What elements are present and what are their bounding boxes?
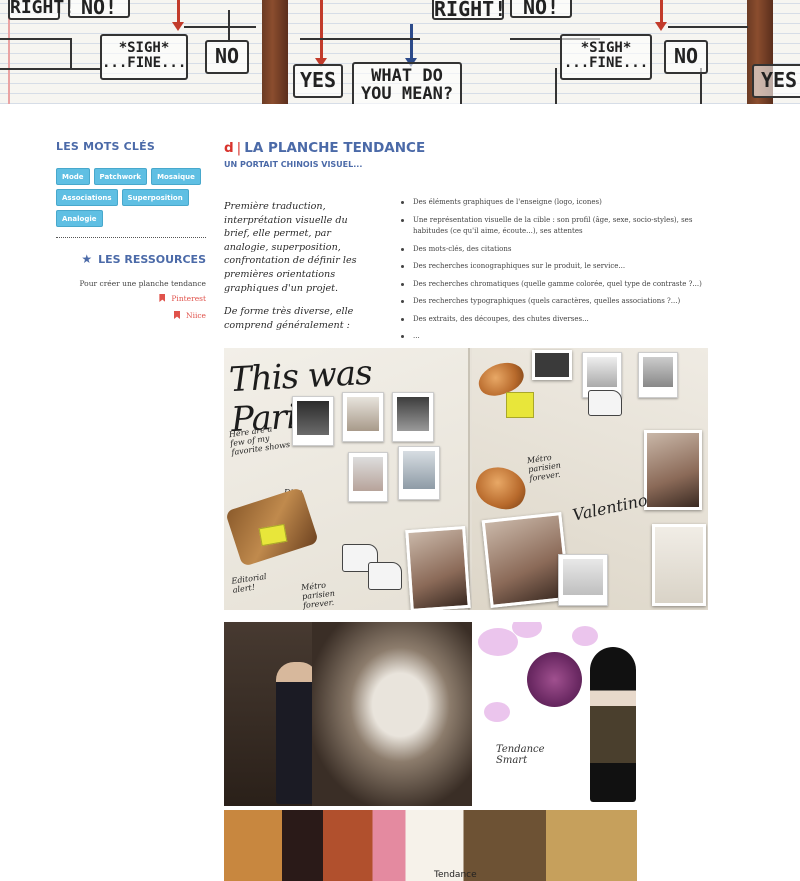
main-content: d | LA PLANCHE TENDANCE UN PORTAIT CHINOIS…	[224, 140, 708, 169]
page-title: d | LA PLANCHE TENDANCE	[224, 140, 708, 156]
plate-image	[527, 652, 582, 707]
tag-patchwork[interactable]: Patchwork	[93, 168, 148, 185]
banner-box: *SIGH* ...FINE...	[560, 34, 652, 80]
list-item: ...	[400, 331, 705, 343]
bookmark-icon	[159, 294, 166, 302]
model-figure	[590, 647, 636, 802]
page-subtitle: UN PORTAIT CHINOIS VISUEL...	[224, 160, 363, 169]
resources-text: Pour créer une planche tendance	[79, 279, 206, 288]
intro-paragraph: Première traduction, interprétation visu…	[224, 201, 357, 294]
feature-list: Des éléments graphiques de l'enseigne (l…	[400, 197, 705, 349]
moodboard-note: Métro parisien forever.	[300, 580, 336, 610]
list-item: Des recherches iconographiques sur le pr…	[400, 261, 705, 273]
moodboard-note: Métro parisien forever.	[526, 452, 562, 484]
intro-paragraph: De forme très diverse, elle comprend gén…	[224, 306, 354, 331]
link-pinterest-label[interactable]: Pinterest	[171, 294, 206, 303]
tag-superposition[interactable]: Superposition	[121, 189, 189, 206]
banner-box: RIGHT!	[432, 0, 506, 20]
intro-text: Première traduction, interprétation visu…	[224, 200, 372, 332]
keywords-heading: LES MOTS CLÉS	[56, 140, 155, 153]
star-icon: ★	[81, 252, 93, 266]
banner-box: WHAT DO YOU MEAN?	[352, 62, 462, 104]
sidebar: LES MOTS CLÉS Mode Patchwork Mosaique As…	[56, 140, 206, 320]
list-item: Des recherches typographiques (quels car…	[400, 296, 705, 308]
banner-box: *SIGH* ...FINE...	[100, 34, 188, 80]
banner-box: YES	[752, 64, 800, 98]
list-item: Des extraits, des découpes, des chutes d…	[400, 314, 705, 326]
banner-box: NO!	[510, 0, 572, 18]
banner-box: RIGHT!	[8, 0, 75, 20]
list-item: Des mots-clés, des citations	[400, 244, 705, 256]
list-item: Des éléments graphiques de l'enseigne (l…	[400, 197, 705, 209]
header-banner: RIGHT! NO! *SIGH* ...FINE... NO YES WHAT…	[0, 0, 800, 104]
bookmark-icon	[174, 311, 180, 319]
moodboard-image-ethnic: Tendance	[224, 810, 637, 881]
moodboard-image-paris: This was Paris! Here are a few of my fav…	[224, 348, 708, 610]
link-niice-label[interactable]: Niice	[186, 311, 206, 320]
resources-heading: ★ LES RESSOURCES	[56, 252, 206, 266]
banner-box: NO	[205, 40, 249, 74]
link-niice[interactable]: Niice	[56, 311, 206, 320]
moodboard-label: Tendance	[434, 870, 477, 880]
tag-mode[interactable]: Mode	[56, 168, 90, 185]
moodboard-image-smart: Tendance Smart	[224, 622, 637, 806]
banner-box: YES	[293, 64, 343, 98]
banner-box: NO!	[68, 0, 130, 18]
list-item: Des recherches chromatiques (quelle gamm…	[400, 279, 705, 291]
banner-wood-band	[262, 0, 288, 104]
list-item: Une représentation visuelle de la cible …	[400, 215, 705, 238]
moodboard-note: Valentino	[570, 490, 650, 525]
tag-analogie[interactable]: Analogie	[56, 210, 103, 227]
moodboard-label: Tendance Smart	[496, 744, 545, 766]
link-pinterest[interactable]: Pinterest	[56, 294, 206, 303]
banner-box: NO	[664, 40, 708, 74]
divider	[56, 237, 206, 238]
resources-heading-label: LES RESSOURCES	[98, 253, 206, 266]
section-letter: d	[224, 140, 234, 156]
moodboard-note: Editorial alert!	[230, 571, 268, 595]
tag-list: Mode Patchwork Mosaique Associations Sup…	[56, 168, 206, 227]
title-separator: |	[236, 140, 242, 156]
tag-mosaique[interactable]: Mosaique	[151, 168, 201, 185]
page-title-text: LA PLANCHE TENDANCE	[244, 140, 426, 156]
tag-associations[interactable]: Associations	[56, 189, 118, 206]
